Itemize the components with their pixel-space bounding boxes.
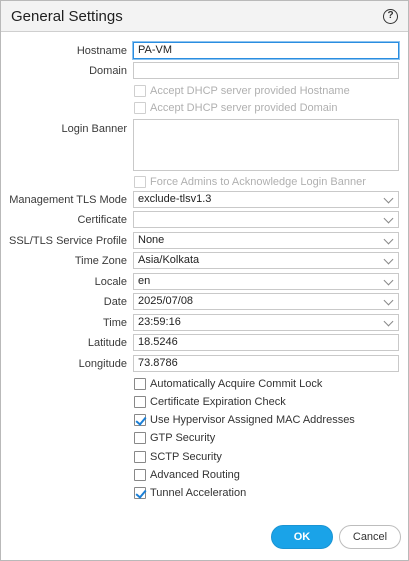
checkbox-label: Automatically Acquire Commit Lock — [150, 378, 323, 390]
domain-label: Domain — [89, 65, 127, 77]
checkbox-label: Force Admins to Acknowledge Login Banner — [150, 176, 366, 188]
ok-button[interactable]: OK — [271, 525, 333, 549]
time-zone-select[interactable]: Asia/Kolkata — [133, 252, 399, 269]
checkbox-label: Accept DHCP server provided Hostname — [150, 85, 350, 97]
checkbox-label: SCTP Security — [150, 451, 222, 463]
checkbox-label: Tunnel Acceleration — [150, 487, 247, 499]
chevron-down-icon — [383, 254, 394, 265]
checkbox-label: Advanced Routing — [150, 469, 240, 481]
hostname-label: Hostname — [76, 45, 127, 57]
certificate-select[interactable] — [133, 211, 399, 228]
help-icon[interactable]: ? — [383, 9, 398, 24]
mgmt-tls-mode-value: exclude-tlsv1.3 — [138, 193, 212, 205]
certificate-label: Certificate — [77, 214, 127, 226]
hostname-input[interactable]: PA-VM — [133, 42, 399, 59]
checkbox-box[interactable] — [134, 432, 146, 444]
checkbox-box[interactable] — [134, 469, 146, 481]
latitude-label: Latitude — [87, 337, 127, 349]
ssl-tls-profile-select[interactable]: None — [133, 232, 399, 249]
locale-label: Locale — [94, 276, 127, 288]
time-select[interactable]: 23:59:16 — [133, 314, 399, 331]
cancel-button[interactable]: Cancel — [339, 525, 401, 549]
chevron-down-icon — [383, 193, 394, 204]
mgmt-tls-mode-label: Management TLS Mode — [9, 194, 127, 206]
checkbox-label: Accept DHCP server provided Domain — [150, 102, 338, 114]
locale-value: en — [138, 275, 151, 287]
login-banner-textarea[interactable] — [133, 119, 399, 171]
checkbox-box[interactable] — [134, 451, 146, 463]
time-label: Time — [102, 317, 127, 329]
checkbox-label: GTP Security — [150, 432, 216, 444]
ssl-tls-profile-label: SSL/TLS Service Profile — [9, 235, 127, 247]
checkbox-box-checked[interactable] — [134, 487, 146, 499]
login-banner-label: Login Banner — [61, 123, 127, 135]
chevron-down-icon — [383, 316, 394, 327]
chevron-down-icon — [383, 275, 394, 286]
locale-select[interactable]: en — [133, 273, 399, 290]
checkbox-box[interactable] — [134, 85, 146, 97]
checkbox-label: Use Hypervisor Assigned MAC Addresses — [150, 414, 355, 426]
checkbox-box[interactable] — [134, 378, 146, 390]
longitude-input[interactable]: 73.8786 — [133, 355, 399, 372]
checkbox-box[interactable] — [134, 396, 146, 408]
time-zone-value: Asia/Kolkata — [138, 254, 200, 266]
date-label: Date — [103, 296, 127, 308]
general-settings-dialog: General Settings ? Hostname PA-VM Domain… — [0, 0, 409, 561]
dialog-titlebar: General Settings ? — [1, 1, 408, 32]
checkbox-label: Certificate Expiration Check — [150, 396, 286, 408]
longitude-label: Longitude — [78, 358, 127, 370]
domain-input[interactable] — [133, 62, 399, 79]
chevron-down-icon — [383, 234, 394, 245]
chevron-down-icon — [383, 213, 394, 224]
chevron-down-icon — [383, 295, 394, 306]
date-value: 2025/07/08 — [138, 295, 194, 307]
ssl-tls-profile-value: None — [138, 234, 165, 246]
checkbox-box-checked[interactable] — [134, 414, 146, 426]
checkbox-box[interactable] — [134, 102, 146, 114]
date-select[interactable]: 2025/07/08 — [133, 293, 399, 310]
checkbox-box[interactable] — [134, 176, 146, 188]
mgmt-tls-mode-select[interactable]: exclude-tlsv1.3 — [133, 191, 399, 208]
time-zone-label: Time Zone — [74, 255, 127, 267]
time-value: 23:59:16 — [138, 316, 181, 328]
latitude-input[interactable]: 18.5246 — [133, 334, 399, 351]
dialog-title: General Settings — [11, 8, 123, 25]
